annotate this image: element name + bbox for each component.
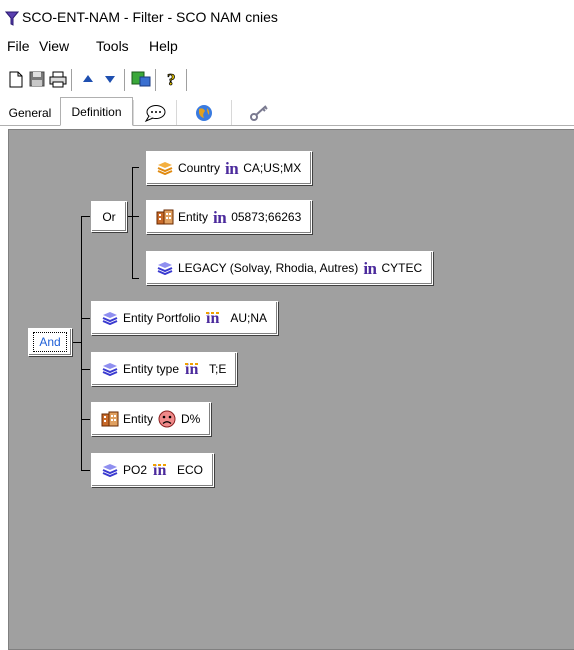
tab-globe[interactable] bbox=[176, 100, 231, 125]
save-icon[interactable] bbox=[27, 69, 47, 89]
connector-line bbox=[127, 216, 132, 217]
and-label: And bbox=[33, 332, 67, 352]
or-operator-node[interactable]: Or bbox=[91, 201, 127, 232]
condition-value: 05873;66263 bbox=[231, 210, 302, 224]
building-icon bbox=[101, 411, 119, 427]
or-bracket-line bbox=[132, 167, 133, 278]
in-list-icon: in bbox=[184, 361, 204, 377]
or-label: Or bbox=[102, 209, 116, 224]
tab-definition-label: Definition bbox=[71, 104, 122, 119]
condition-value: ECO bbox=[177, 463, 204, 477]
condition-node[interactable]: Entity Portfolio in AU;NA bbox=[91, 301, 279, 335]
speech-bubble-icon bbox=[144, 104, 166, 122]
condition-node[interactable]: Entity in 05873;66263 bbox=[146, 200, 313, 234]
tab-general[interactable]: General bbox=[2, 100, 58, 125]
tab-definition[interactable]: Definition bbox=[60, 97, 133, 126]
layers-blue-icon bbox=[101, 462, 119, 478]
title-bar: SCO-ENT-NAM - Filter - SCO NAM cnies bbox=[0, 0, 574, 34]
in-operator: in bbox=[363, 258, 377, 278]
condition-node[interactable]: PO2 in ECO bbox=[91, 453, 215, 487]
tab-general-label: General bbox=[8, 105, 52, 120]
connector-line bbox=[81, 318, 90, 319]
condition-node[interactable]: LEGACY (Solvay, Rhodia, Autres) in CYTEC bbox=[146, 251, 434, 285]
help-icon[interactable]: ? bbox=[162, 69, 182, 89]
connector-line bbox=[81, 216, 90, 217]
condition-node[interactable]: Entity D% bbox=[91, 402, 212, 436]
key-icon bbox=[250, 104, 268, 121]
tab-comment[interactable] bbox=[133, 100, 176, 125]
sad-face-icon bbox=[158, 410, 176, 428]
toolbar-separator bbox=[186, 69, 187, 91]
connector-line bbox=[81, 369, 90, 370]
condition-field: Entity bbox=[123, 412, 154, 426]
condition-node[interactable]: Country in CA;US;MX bbox=[146, 151, 313, 185]
condition-field: Entity bbox=[178, 210, 209, 224]
filter-definition-canvas[interactable]: And Or Country in CA;US;MX Entity in 058… bbox=[8, 129, 574, 650]
toolbar-separator bbox=[155, 69, 156, 91]
and-bracket-line bbox=[81, 216, 82, 470]
condition-field: LEGACY (Solvay, Rhodia, Autres) bbox=[178, 261, 359, 275]
in-operator: in bbox=[213, 207, 227, 227]
toolbar-separator bbox=[124, 69, 125, 91]
svg-text:?: ? bbox=[167, 70, 176, 88]
toolbar-separator bbox=[71, 69, 72, 91]
tab-strip: General Definition bbox=[0, 97, 574, 126]
menu-file[interactable]: File bbox=[6, 38, 31, 54]
condition-field: Entity type bbox=[123, 362, 180, 376]
building-icon bbox=[156, 209, 174, 225]
in-operator: in bbox=[225, 158, 239, 178]
in-list-icon: in bbox=[205, 310, 225, 326]
globe-icon bbox=[196, 104, 212, 121]
condition-value: AU;NA bbox=[230, 311, 268, 325]
layers-blue-icon bbox=[101, 361, 119, 377]
menu-tools[interactable]: Tools bbox=[95, 38, 130, 54]
print-icon[interactable] bbox=[48, 69, 68, 89]
condition-value: T;E bbox=[209, 362, 227, 376]
condition-value: CYTEC bbox=[381, 261, 423, 275]
window-title: SCO-ENT-NAM - Filter - SCO NAM cnies bbox=[22, 9, 278, 25]
connector-line bbox=[81, 419, 90, 420]
new-document-icon[interactable] bbox=[6, 69, 26, 89]
condition-field: PO2 bbox=[123, 463, 148, 477]
layers-blue-icon bbox=[101, 310, 119, 326]
connector-line bbox=[132, 278, 139, 279]
layers-orange-icon bbox=[156, 160, 174, 176]
menu-help[interactable]: Help bbox=[148, 38, 179, 54]
condition-value: CA;US;MX bbox=[243, 161, 302, 175]
connector-line bbox=[132, 167, 139, 168]
export-icon[interactable] bbox=[131, 69, 151, 89]
layers-blue-icon bbox=[156, 260, 174, 276]
connector-line bbox=[132, 216, 139, 217]
menu-view[interactable]: View bbox=[38, 38, 70, 54]
condition-field: Entity Portfolio bbox=[123, 311, 201, 325]
move-up-icon[interactable] bbox=[78, 69, 98, 89]
in-list-icon: in bbox=[152, 462, 172, 478]
condition-value: D% bbox=[181, 412, 201, 426]
condition-node[interactable]: Entity type in T;E bbox=[91, 352, 238, 386]
and-operator-node[interactable]: And bbox=[28, 328, 72, 356]
filter-app-icon bbox=[5, 11, 19, 26]
tab-key[interactable] bbox=[231, 100, 286, 125]
connector-line bbox=[81, 470, 90, 471]
move-down-icon[interactable] bbox=[100, 69, 120, 89]
condition-field: Country bbox=[178, 161, 221, 175]
toolbar: ? bbox=[0, 65, 574, 95]
menu-bar: File View Tools Help bbox=[0, 38, 574, 58]
connector-line bbox=[73, 342, 81, 343]
